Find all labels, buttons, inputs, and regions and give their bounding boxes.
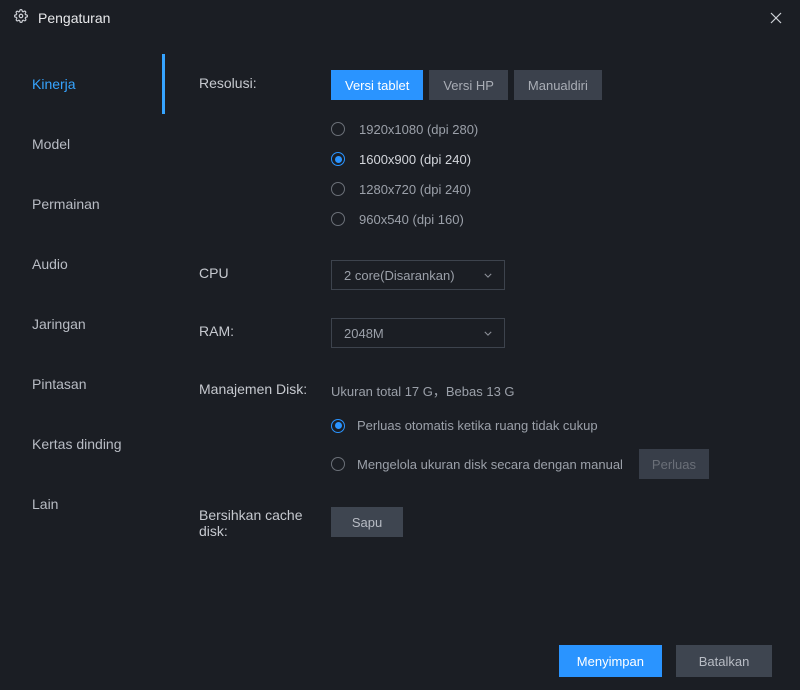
resolution-option-960[interactable]: 960x540 (dpi 160) [331,204,768,234]
radio-icon [331,122,345,136]
main-area: Kinerja Model Permainan Audio Jaringan P… [0,36,800,632]
cache-row: Bersihkan cache disk: Sapu [199,507,768,539]
sidebar-item-label: Audio [32,256,68,272]
sidebar-item-audio[interactable]: Audio [0,234,165,294]
sidebar-item-model[interactable]: Model [0,114,165,174]
tab-manual[interactable]: Manualdiri [514,70,602,100]
sidebar: Kinerja Model Permainan Audio Jaringan P… [0,36,165,632]
expand-button[interactable]: Perluas [639,449,709,479]
tab-tablet[interactable]: Versi tablet [331,70,423,100]
disk-value-col: Ukuran total 17 G，Bebas 13 G Perluas oto… [331,376,768,479]
gear-icon [14,9,28,28]
sidebar-item-permainan[interactable]: Permainan [0,174,165,234]
close-icon [770,12,782,24]
sidebar-item-kertas-dinding[interactable]: Kertas dinding [0,414,165,474]
resolution-options: 1920x1080 (dpi 280) 1600x900 (dpi 240) 1… [331,114,768,234]
cache-value-col: Sapu [331,507,768,537]
sidebar-active-indicator [162,54,165,114]
footer: Menyimpan Batalkan [0,632,800,690]
ram-row: RAM: 2048M [199,318,768,348]
resolution-option-1600[interactable]: 1600x900 (dpi 240) [331,144,768,174]
resolution-controls: Versi tablet Versi HP Manualdiri 1920x10… [331,70,768,234]
resolution-tabs: Versi tablet Versi HP Manualdiri [331,70,768,100]
radio-icon [331,212,345,226]
tab-phone[interactable]: Versi HP [429,70,508,100]
cpu-select[interactable]: 2 core(Disarankan) [331,260,505,290]
save-button[interactable]: Menyimpan [559,645,662,677]
cancel-button[interactable]: Batalkan [676,645,772,677]
disk-option-manual-row: Mengelola ukuran disk secara dengan manu… [331,449,768,479]
content-panel: Resolusi: Versi tablet Versi HP Manualdi… [165,36,800,632]
ram-select-value: 2048M [344,326,384,341]
cpu-row: CPU 2 core(Disarankan) [199,260,768,290]
cpu-select-value: 2 core(Disarankan) [344,268,455,283]
sweep-button[interactable]: Sapu [331,507,403,537]
window-title: Pengaturan [38,10,110,26]
titlebar-left: Pengaturan [14,9,110,28]
titlebar: Pengaturan [0,0,800,36]
radio-icon [331,182,345,196]
cache-label: Bersihkan cache disk: [199,507,331,539]
chevron-down-icon [484,331,492,336]
chevron-down-icon [484,273,492,278]
disk-label: Manajemen Disk: [199,376,331,397]
radio-icon [331,152,345,166]
ram-select[interactable]: 2048M [331,318,505,348]
sidebar-item-lain[interactable]: Lain [0,474,165,534]
sidebar-item-label: Lain [32,496,58,512]
sidebar-item-label: Jaringan [32,316,86,332]
sidebar-item-kinerja[interactable]: Kinerja [0,54,165,114]
sidebar-item-label: Kertas dinding [32,436,122,452]
sidebar-item-label: Kinerja [32,76,76,92]
ram-value-col: 2048M [331,318,768,348]
radio-label: Mengelola ukuran disk secara dengan manu… [357,457,623,472]
radio-label: 1280x720 (dpi 240) [359,182,471,197]
radio-label: 1920x1080 (dpi 280) [359,122,478,137]
radio-label: 1600x900 (dpi 240) [359,152,471,167]
disk-option-auto[interactable]: Perluas otomatis ketika ruang tidak cuku… [331,418,768,433]
sidebar-item-label: Pintasan [32,376,86,392]
close-button[interactable] [766,8,786,28]
radio-icon [331,419,345,433]
resolution-option-1920[interactable]: 1920x1080 (dpi 280) [331,114,768,144]
disk-row: Manajemen Disk: Ukuran total 17 G，Bebas … [199,376,768,479]
resolution-row: Resolusi: Versi tablet Versi HP Manualdi… [199,70,768,234]
sidebar-item-pintasan[interactable]: Pintasan [0,354,165,414]
sidebar-item-label: Permainan [32,196,100,212]
radio-icon [331,457,345,471]
sidebar-item-label: Model [32,136,70,152]
radio-label: 960x540 (dpi 160) [359,212,464,227]
resolution-option-1280[interactable]: 1280x720 (dpi 240) [331,174,768,204]
disk-info: Ukuran total 17 G，Bebas 13 G [331,376,768,400]
sidebar-item-jaringan[interactable]: Jaringan [0,294,165,354]
resolution-label: Resolusi: [199,70,331,91]
radio-label: Perluas otomatis ketika ruang tidak cuku… [357,418,598,433]
ram-label: RAM: [199,318,331,339]
disk-option-manual[interactable]: Mengelola ukuran disk secara dengan manu… [331,457,623,472]
cpu-label: CPU [199,260,331,281]
cpu-value-col: 2 core(Disarankan) [331,260,768,290]
